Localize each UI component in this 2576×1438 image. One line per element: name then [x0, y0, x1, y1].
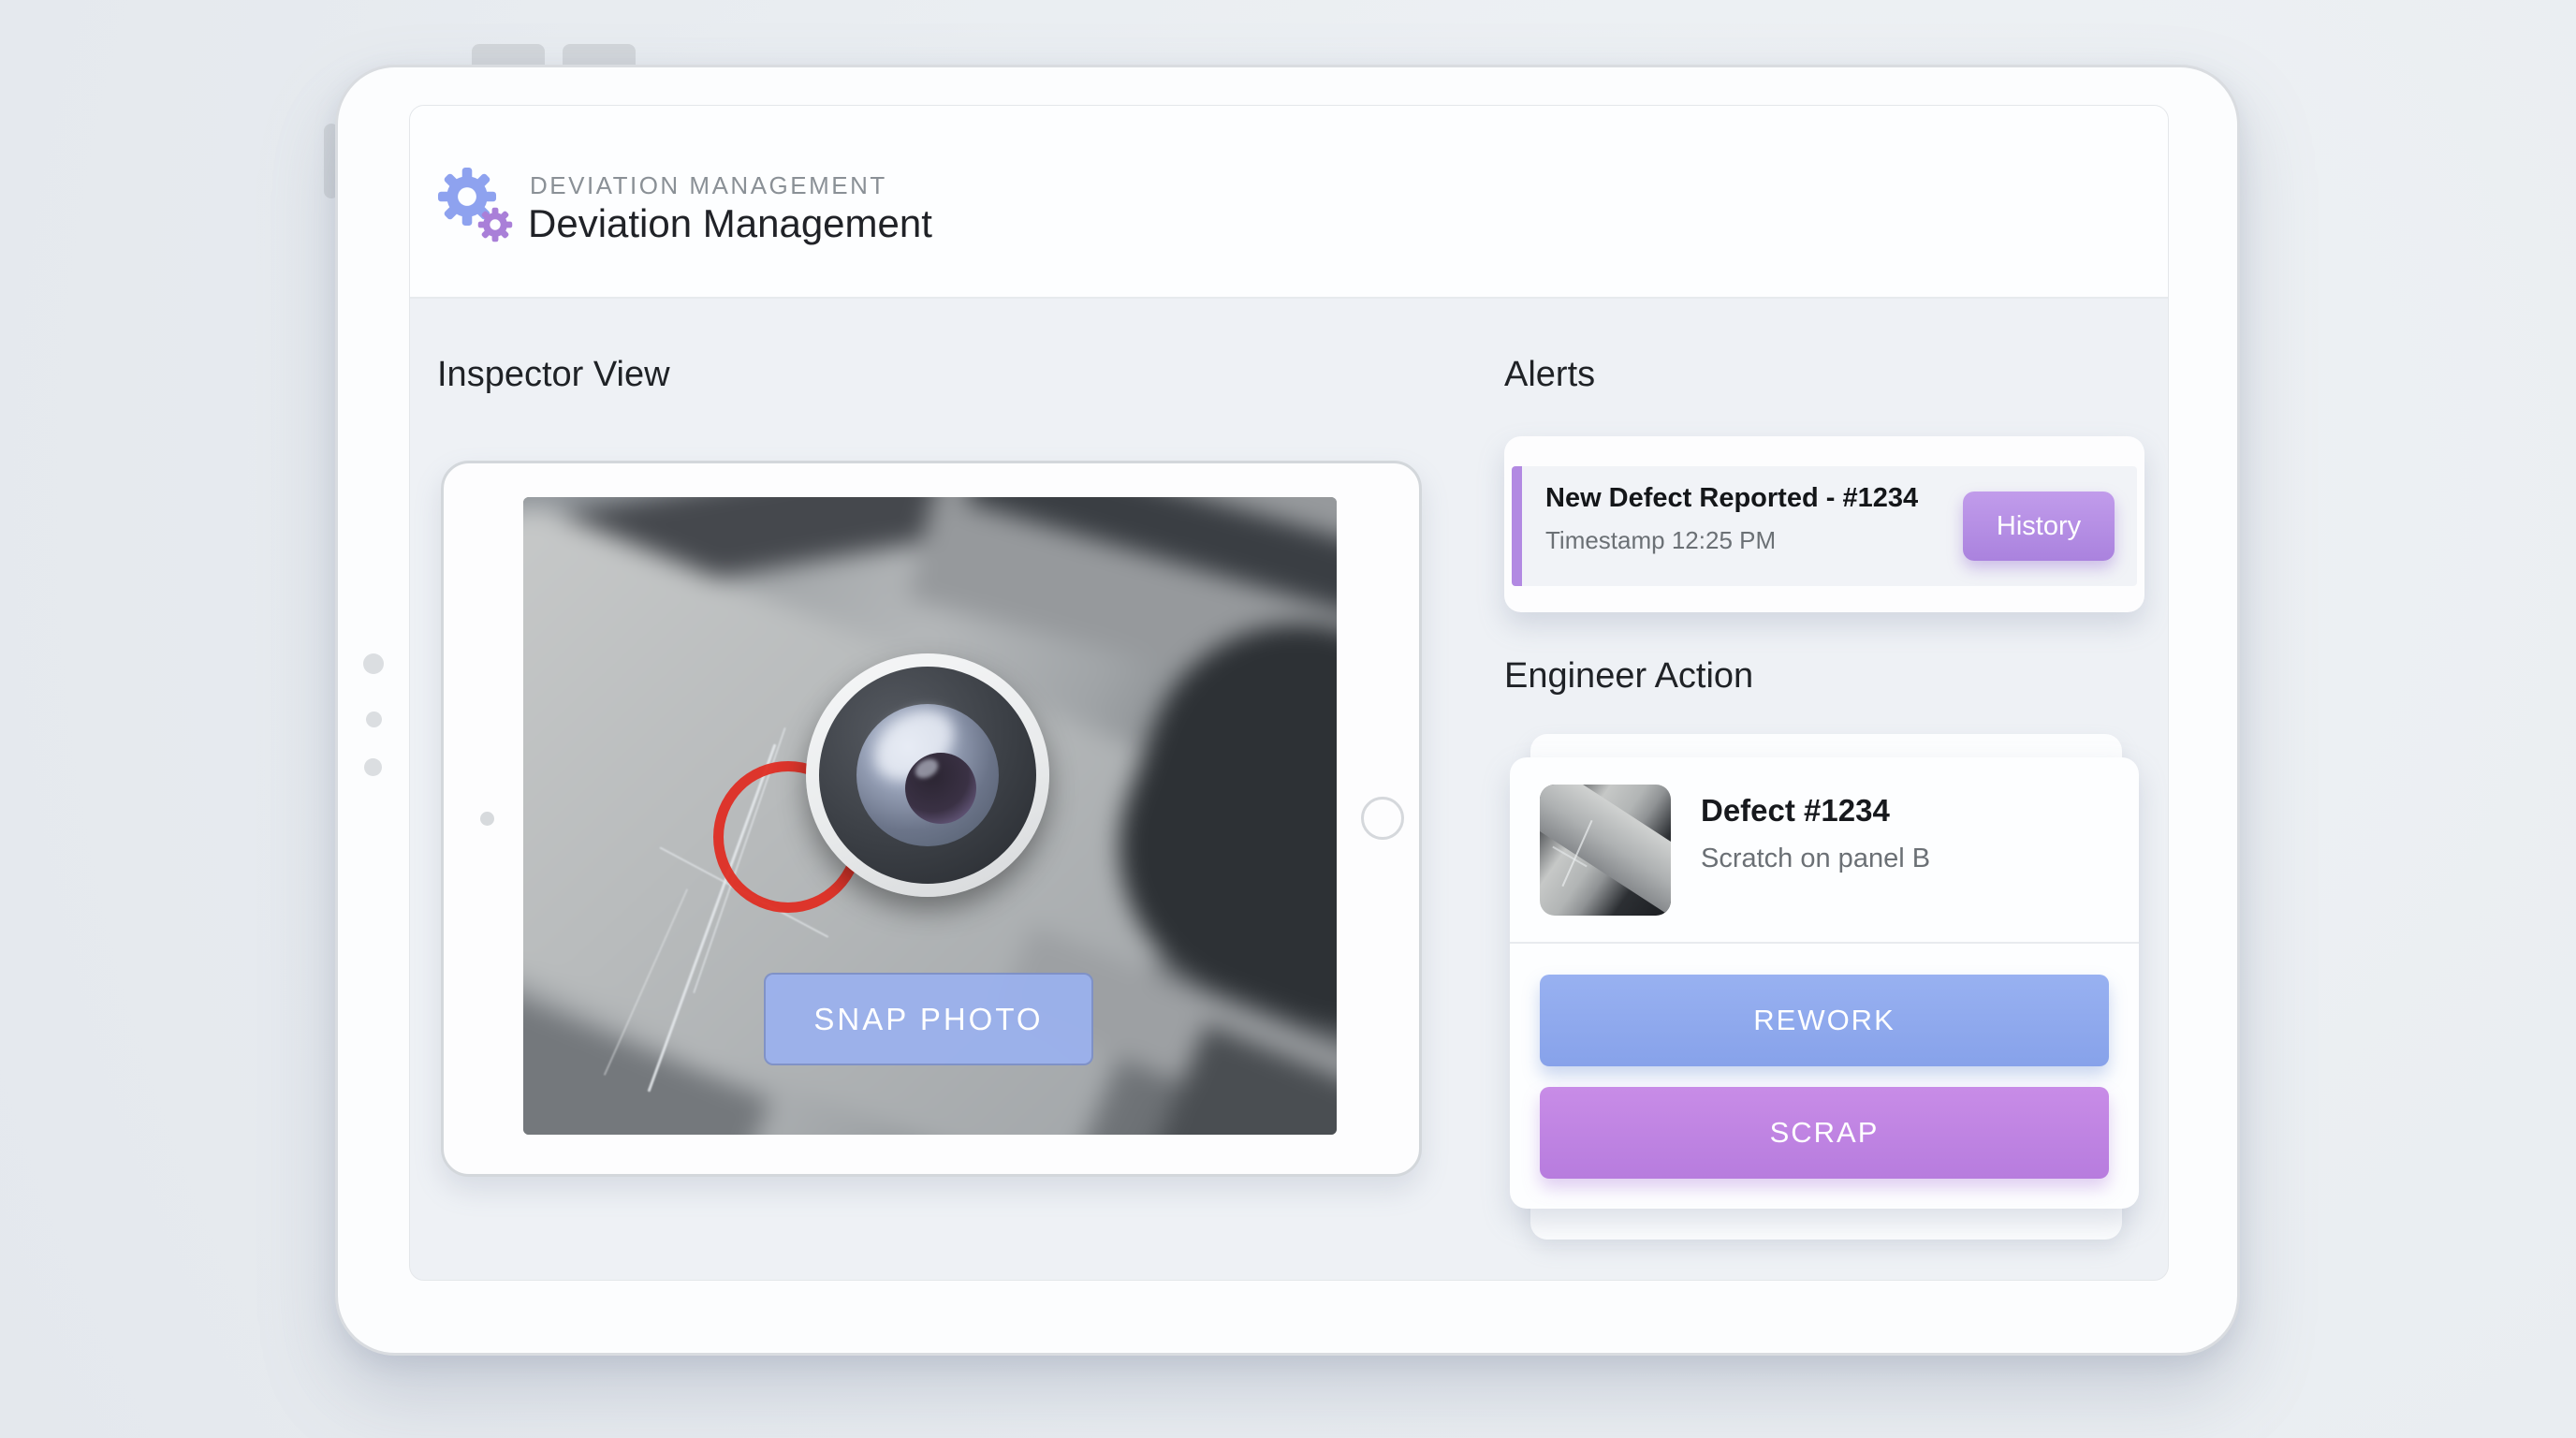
page-background: DEVIATION MANAGEMENT Deviation Managemen… [0, 0, 2576, 1438]
camera-lens-icon [806, 653, 1049, 897]
tablet-camera-dot [363, 653, 384, 674]
inspector-tablet-home-button[interactable] [1361, 797, 1404, 840]
scrap-button[interactable]: SCRAP [1540, 1087, 2109, 1179]
card-divider [1510, 942, 2139, 944]
rework-button[interactable]: REWORK [1540, 975, 2109, 1066]
history-button[interactable]: History [1963, 492, 2115, 561]
inspector-view-heading: Inspector View [437, 355, 670, 395]
snap-photo-button[interactable]: SNAP PHOTO [764, 973, 1093, 1065]
gears-icon [436, 166, 517, 246]
defect-title: Defect #1234 [1701, 793, 1890, 829]
tablet-sensor-dot [366, 712, 382, 727]
alert-priority-stripe [1512, 466, 1522, 586]
alerts-heading: Alerts [1504, 355, 1595, 395]
alert-title: New Defect Reported - #1234 [1545, 483, 1918, 514]
inspector-tablet-frame: SNAP PHOTO [441, 461, 1422, 1177]
page-title: Deviation Management [528, 201, 932, 246]
tablet-device: DEVIATION MANAGEMENT Deviation Managemen… [335, 65, 2240, 1356]
inspector-tablet-camera-dot [480, 812, 494, 826]
tablet-sensor-dot [364, 758, 382, 776]
alert-card: New Defect Reported - #1234 Timestamp 12… [1504, 436, 2144, 612]
defect-description: Scratch on panel B [1701, 844, 1930, 874]
camera-aperture [905, 753, 976, 824]
app-screen: DEVIATION MANAGEMENT Deviation Managemen… [409, 105, 2169, 1281]
app-eyebrow: DEVIATION MANAGEMENT [530, 171, 887, 200]
app-header: DEVIATION MANAGEMENT Deviation Managemen… [410, 106, 2168, 299]
gear-small-icon [477, 207, 513, 242]
alert-timestamp: Timestamp 12:25 PM [1545, 526, 1776, 555]
engineer-action-card: Defect #1234 Scratch on panel B REWORK S… [1510, 757, 2139, 1209]
inspection-camera-feed: SNAP PHOTO [523, 497, 1337, 1135]
defect-thumbnail [1540, 785, 1671, 916]
engineer-action-heading: Engineer Action [1504, 656, 1753, 697]
